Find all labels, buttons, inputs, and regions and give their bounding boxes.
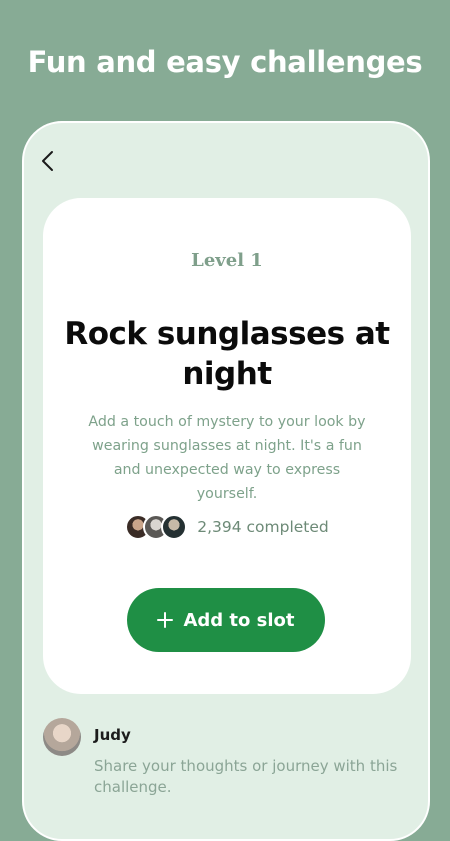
challenge-level: Level 1 (191, 250, 263, 271)
back-arrow-icon (41, 150, 55, 176)
avatar (43, 718, 81, 756)
participant-avatar (161, 514, 188, 540)
add-to-slot-label: Add to slot (183, 609, 295, 631)
completed-row: 2,394 completed (43, 514, 411, 540)
challenge-description: Add a touch of mystery to your look by w… (88, 414, 366, 502)
challenge-card: Level 1 Rock sunglasses at night Add a t… (43, 198, 411, 694)
comment-user-name: Judy (94, 726, 131, 744)
page-headline: Fun and easy challenges (27, 45, 423, 79)
participant-avatars (125, 514, 188, 540)
back-button[interactable] (36, 149, 60, 177)
completed-count: 2,394 completed (197, 518, 329, 536)
plus-icon (157, 612, 174, 628)
phone-frame: Level 1 Rock sunglasses at night Add a t… (22, 121, 430, 841)
add-to-slot-button[interactable]: Add to slot (127, 588, 325, 652)
comment-input-prompt[interactable]: Share your thoughts or journey with this… (94, 756, 404, 798)
challenge-title: Rock sunglasses at night (64, 316, 390, 392)
